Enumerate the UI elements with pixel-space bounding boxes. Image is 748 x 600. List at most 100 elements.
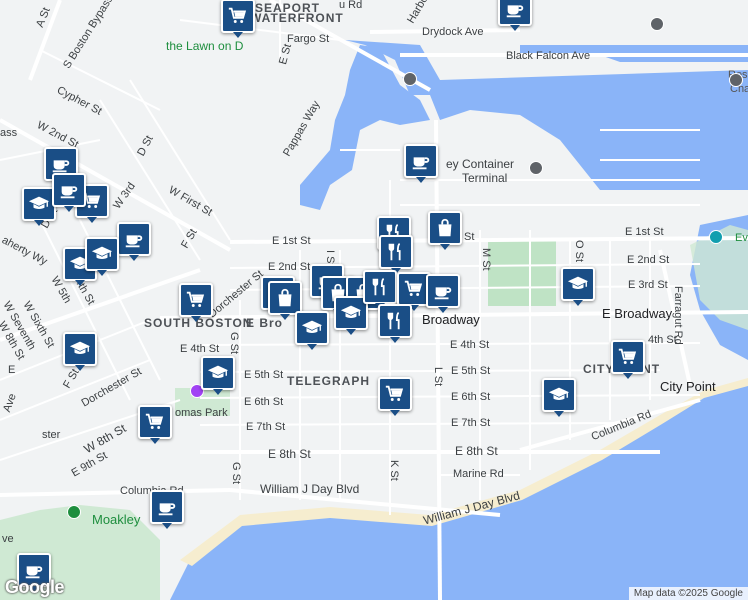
street-label-g-st-s: G St [230, 462, 242, 485]
place-label-thomas-park: omas Park [175, 407, 228, 419]
marker-coffee[interactable] [117, 222, 151, 261]
street-label-e-4th-e: E 4th St [450, 339, 490, 351]
cart-icon [403, 278, 425, 300]
street-label-ave-s: ve [2, 533, 14, 545]
coffee-icon [432, 280, 454, 302]
street-label-e-1st-mid: St [464, 231, 475, 243]
marker-graduation-cap[interactable] [85, 237, 119, 276]
marker-cart[interactable] [378, 377, 412, 416]
cart-icon [144, 411, 166, 433]
poi-dot-transit[interactable] [403, 72, 417, 86]
map-attribution[interactable]: Map data ©2025 Google [628, 587, 748, 600]
marker-cart[interactable] [221, 0, 255, 38]
street-label-e-st-s: E [8, 364, 16, 376]
marker-fork-knife[interactable] [363, 270, 397, 309]
poi-dot-reserve[interactable] [729, 73, 743, 87]
street-label-broadway-e: E Broadway [602, 306, 673, 321]
street-label-black-falcon: Black Falcon Ave [506, 50, 591, 62]
street-label-l-st: L St [432, 367, 444, 387]
area-label-waterfront: WATERFRONT [250, 11, 344, 25]
street-label-m-st: M St [480, 248, 492, 271]
street-label-e-1st-far: E 1st St [625, 226, 664, 238]
graduation-cap-icon [91, 243, 113, 265]
marker-graduation-cap[interactable] [295, 311, 329, 350]
map-canvas[interactable]: SEAPORT WATERFRONT SOUTH BOSTON TELEGRAP… [0, 0, 748, 600]
street-label-broadway-mid: Broadway [422, 312, 480, 327]
street-label-e-4th-w: E 4th St [180, 343, 220, 355]
poi-dot-everett[interactable] [709, 230, 723, 244]
marker-coffee[interactable] [498, 0, 532, 31]
poi-dot-moakley[interactable] [67, 505, 81, 519]
street-label-william-day-1: William J Day Blvd [260, 482, 360, 496]
street-label-e-7th-e: E 7th St [451, 417, 491, 429]
street-label-marine: Marine Rd [453, 468, 504, 480]
coffee-icon [58, 179, 80, 201]
fork-knife-icon [369, 276, 391, 298]
fork-knife-icon [384, 310, 406, 332]
graduation-cap-icon [548, 384, 570, 406]
marker-coffee[interactable] [52, 173, 86, 212]
marker-fork-knife[interactable] [378, 304, 412, 343]
street-label-farragut: Farragut Rd [672, 286, 684, 345]
street-label-k-st: K St [388, 460, 400, 481]
graduation-cap-icon [28, 193, 50, 215]
area-label-city-point: City Point [660, 379, 716, 394]
area-label-telegraph: TELEGRAPH [287, 374, 371, 388]
coffee-icon [123, 228, 145, 250]
bag-icon [434, 217, 456, 239]
street-label-drydock: Drydock Ave [422, 26, 484, 38]
graduation-cap-icon [567, 273, 589, 295]
place-label-container-terminal-2: Terminal [462, 171, 508, 185]
street-label-ster: ster [42, 429, 61, 441]
bag-icon [274, 287, 296, 309]
cart-icon [227, 5, 249, 27]
poi-dot-building[interactable] [650, 17, 664, 31]
graduation-cap-icon [207, 362, 229, 384]
street-label-o-st: O St [573, 240, 585, 263]
cart-icon [384, 383, 406, 405]
marker-graduation-cap[interactable] [561, 267, 595, 306]
graduation-cap-icon [69, 338, 91, 360]
street-label-e-2nd-w: E 2nd St [268, 261, 311, 273]
street-label-e-5th-e: E 5th St [451, 365, 491, 377]
street-label-fargo: Fargo St [287, 33, 330, 45]
cart-icon [185, 289, 207, 311]
marker-cart[interactable] [179, 283, 213, 322]
street-label-ass: ass [0, 127, 18, 139]
place-label-moakley: Moakley [92, 512, 141, 527]
marker-bag[interactable] [268, 281, 302, 320]
place-label-lawn-on-d: the Lawn on D [166, 39, 244, 53]
marker-graduation-cap[interactable] [22, 187, 56, 226]
street-label-e-8th-w: E 8th St [268, 447, 311, 461]
street-label-e-8th-e: E 8th St [455, 444, 498, 458]
google-logo: Google [5, 577, 65, 597]
street-label-rd: u Rd [339, 0, 363, 11]
poi-dot-terminal[interactable] [529, 161, 543, 175]
place-label-container-terminal-1: ey Container [446, 157, 515, 171]
graduation-cap-icon [301, 317, 323, 339]
street-label-e-5th-w: E 5th St [244, 369, 284, 381]
street-label-e-2nd-e: E 2nd St [627, 254, 670, 266]
street-label-e-1st-w: E 1st St [272, 235, 311, 247]
marker-cart[interactable] [138, 405, 172, 444]
marker-graduation-cap[interactable] [542, 378, 576, 417]
marker-graduation-cap[interactable] [201, 356, 235, 395]
fork-knife-icon [385, 241, 407, 263]
coffee-icon [50, 153, 72, 175]
street-label-g-st: G St [228, 332, 240, 355]
street-label-e-3rd: E 3rd St [628, 279, 668, 291]
coffee-icon [504, 0, 526, 20]
street-label-e-7th-w: E 7th St [246, 421, 286, 433]
marker-fork-knife[interactable] [379, 235, 413, 274]
marker-graduation-cap[interactable] [63, 332, 97, 371]
marker-cart[interactable] [611, 340, 645, 379]
marker-coffee[interactable] [150, 490, 184, 529]
graduation-cap-icon [340, 302, 362, 324]
marker-bag[interactable] [428, 211, 462, 250]
street-label-e-6th-e: E 6th St [451, 391, 491, 403]
cart-icon [617, 346, 639, 368]
coffee-icon [156, 496, 178, 518]
marker-coffee[interactable] [404, 144, 438, 183]
marker-coffee[interactable] [426, 274, 460, 313]
coffee-icon [410, 150, 432, 172]
